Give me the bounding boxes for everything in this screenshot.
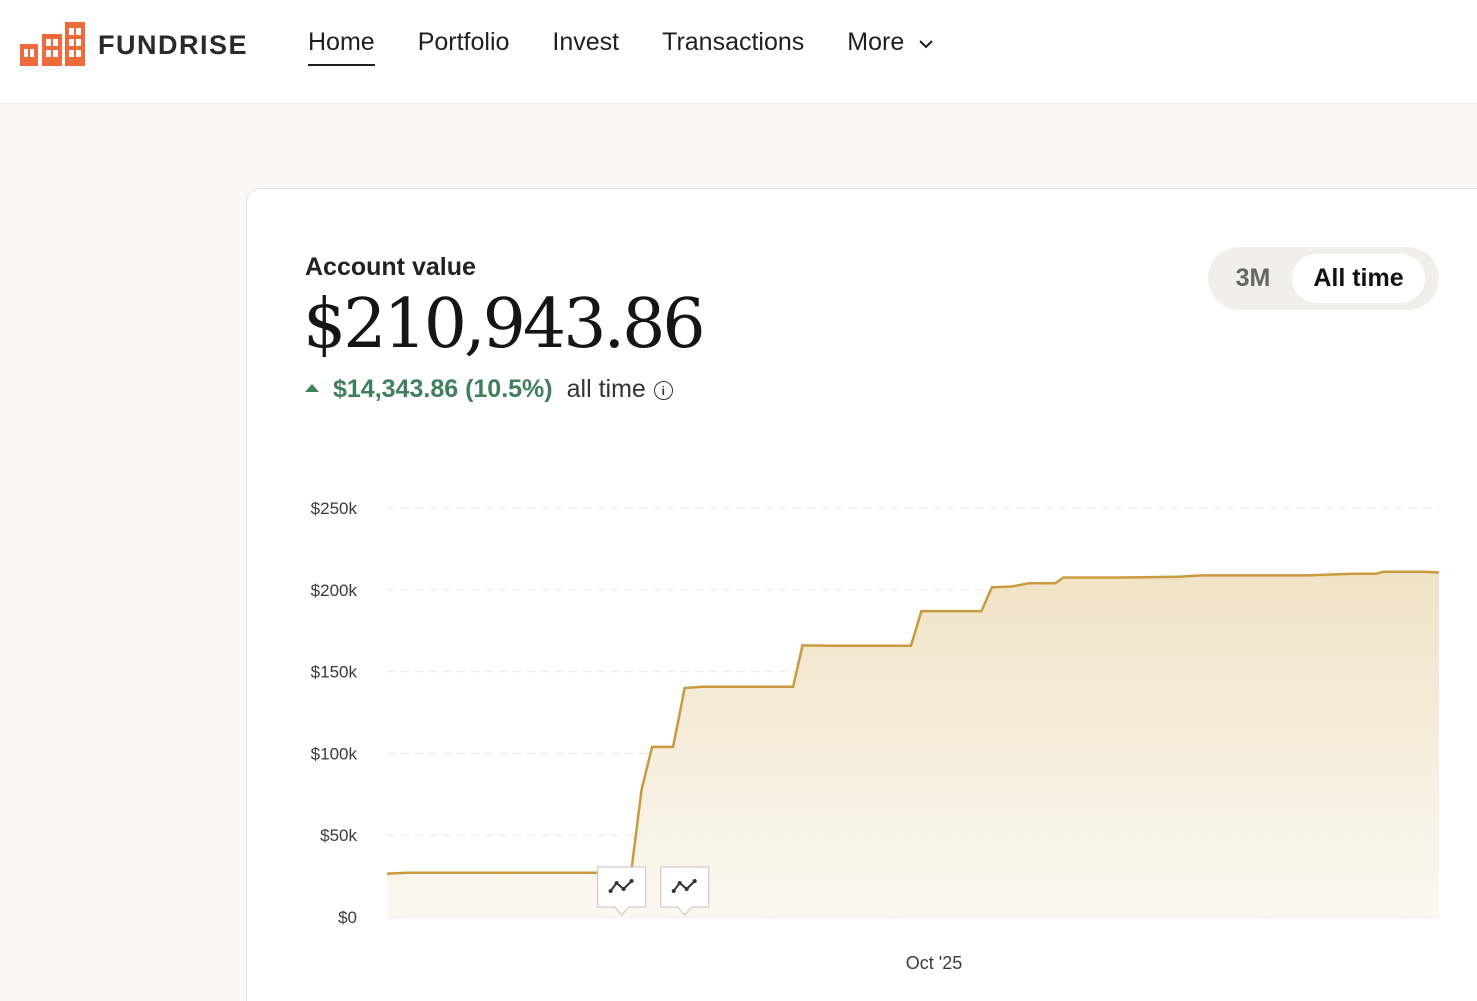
nav-home-label: Home xyxy=(308,28,375,56)
y-tick-label: $200k xyxy=(311,581,358,600)
account-value-chart: $250k $200k $150k $100k $50k $0 Oct '25 xyxy=(311,499,1440,973)
y-tick-label: $50k xyxy=(320,826,357,845)
main-nav: Home Portfolio Invest Transactions More xyxy=(308,28,977,66)
nav-more[interactable]: More xyxy=(847,28,934,66)
x-tick-label: Oct '25 xyxy=(906,953,962,973)
y-tick-label: $0 xyxy=(338,908,357,927)
fundrise-logo[interactable]: FUNDRISE xyxy=(20,22,248,68)
nav-portfolio-label: Portfolio xyxy=(417,28,510,56)
y-tick-label: $100k xyxy=(311,744,358,763)
buildings-icon xyxy=(20,22,85,66)
nav-portfolio[interactable]: Portfolio xyxy=(418,28,510,66)
nav-more-label: More xyxy=(847,28,905,56)
y-tick-label: $250k xyxy=(311,499,358,518)
y-tick-label: $150k xyxy=(311,663,358,682)
account-value-card: Account value $210,943.86 $14,343.86 (10… xyxy=(246,188,1477,1001)
chevron-down-icon xyxy=(919,40,933,49)
top-navigation: FUNDRISE Home Portfolio Invest Transacti… xyxy=(0,0,1477,104)
nav-transactions[interactable]: Transactions xyxy=(662,28,804,66)
nav-home[interactable]: Home xyxy=(308,28,375,66)
nav-invest-label: Invest xyxy=(552,28,620,56)
nav-invest[interactable]: Invest xyxy=(552,28,619,66)
nav-transactions-label: Transactions xyxy=(662,28,805,56)
chart-area xyxy=(387,571,1439,917)
brand-name: FUNDRISE xyxy=(98,29,249,60)
